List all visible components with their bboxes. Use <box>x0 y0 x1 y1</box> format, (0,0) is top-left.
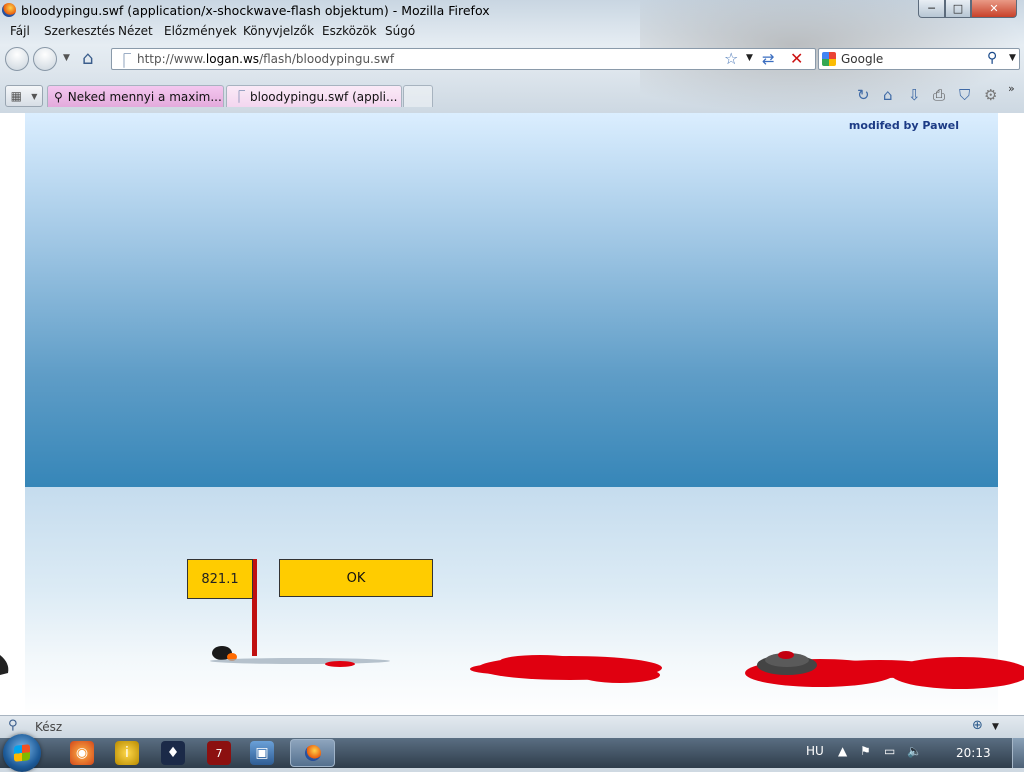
window-title: bloodypingu.swf (application/x-shockwave… <box>21 3 490 18</box>
blood-splatter <box>470 655 662 683</box>
url-text[interactable]: http://www.logan.ws/flash/bloodypingu.sw… <box>137 52 394 66</box>
title-bar: bloodypingu.swf (application/x-shockwave… <box>0 0 1024 21</box>
history-dropdown-icon[interactable]: ▼ <box>63 53 70 63</box>
menu-view[interactable]: Nézet <box>118 24 153 38</box>
grid-icon: ▦ <box>10 89 22 103</box>
google-icon[interactable] <box>822 52 836 66</box>
edge-penguin <box>0 655 9 675</box>
penguin <box>210 646 390 667</box>
menu-help[interactable]: Súgó <box>385 24 415 38</box>
search-icon[interactable]: ⚲ <box>8 718 18 733</box>
tab-neked[interactable]: ⚲ Neked mennyi a maxim... <box>47 85 224 107</box>
download-icon[interactable]: ⇩ <box>908 86 921 104</box>
site-icon: ⎾ <box>117 54 131 70</box>
network-icon[interactable]: ▭ <box>884 744 895 758</box>
tab-label: Neked mennyi a maxim... <box>67 89 222 104</box>
refresh-icon[interactable]: ↻ <box>857 86 870 104</box>
search-bar[interactable]: Google ⚲ ▼ <box>818 48 1020 70</box>
tab-list-button[interactable]: ▦ ▼ <box>5 85 43 107</box>
app-icon-game[interactable]: 7 <box>207 741 231 765</box>
chevron-right-icon[interactable]: » <box>1008 82 1015 95</box>
navigation-bar: ▼ ⌂ ⎾ http://www.logan.ws/flash/bloodypi… <box>0 44 1024 74</box>
url-dropdown-icon[interactable]: ▼ <box>746 53 753 63</box>
search-icon[interactable]: ⚲ <box>987 50 997 66</box>
stop-icon[interactable]: ✕ <box>790 49 803 68</box>
search-icon: ⚲ <box>54 89 63 104</box>
app-icon-network[interactable]: ▣ <box>250 741 274 765</box>
menu-bookmarks[interactable]: Könyvjelzők <box>243 24 314 38</box>
back-button[interactable] <box>5 47 29 71</box>
ok-button[interactable]: OK <box>279 559 433 597</box>
search-dropdown-icon[interactable]: ▼ <box>1009 53 1016 63</box>
maximize-button[interactable]: □ <box>945 0 971 18</box>
minimize-button[interactable]: ─ <box>918 0 945 18</box>
score-sign: 821.1 <box>187 559 253 599</box>
page-icon: ⎾ <box>233 90 246 104</box>
start-button[interactable] <box>3 734 41 772</box>
flag-icon[interactable]: ⚑ <box>860 744 871 758</box>
chevron-down-icon: ▼ <box>31 91 38 101</box>
app-icon-flame[interactable]: ♦ <box>161 741 185 765</box>
volume-icon[interactable]: 🔈 <box>907 744 922 758</box>
taskbar: ◉ i ♦ 7 ▣ HU ▲ ⚑ ▭ 🔈 20:13 <box>0 734 1024 772</box>
app-icon-orange[interactable]: ◉ <box>70 741 94 765</box>
bumper-mine <box>757 651 817 675</box>
app-icon-info[interactable]: i <box>115 741 139 765</box>
home-icon[interactable]: ⌂ <box>82 48 104 70</box>
firefox-icon <box>304 745 321 761</box>
menu-bar: Fájl Szerkesztés Nézet Előzmények Könyvj… <box>0 22 600 42</box>
firefox-icon <box>2 3 16 17</box>
clock[interactable]: 20:13 <box>956 746 991 760</box>
tab-bloodypingu[interactable]: ⎾ bloodypingu.swf (appli... ✕ <box>226 85 402 107</box>
zoom-icon[interactable]: ⊕ <box>972 718 983 733</box>
reload-icon[interactable]: ⇄ <box>762 50 775 68</box>
tab-label: bloodypingu.swf (appli... <box>250 89 398 104</box>
gear-icon[interactable]: ⚙ <box>984 86 997 104</box>
url-bar[interactable]: ⎾ http://www.logan.ws/flash/bloodypingu.… <box>111 48 816 70</box>
status-text: Kész <box>35 720 63 734</box>
shield-icon[interactable]: ⛉ <box>959 86 970 104</box>
tray-expand-icon[interactable]: ▲ <box>838 744 847 758</box>
status-bar: ⚲ Kész ⊕ ▼ <box>0 715 1024 738</box>
tab-bar: ▦ ▼ ⚲ Neked mennyi a maxim... ⎾ bloodypi… <box>0 82 1024 113</box>
flash-content[interactable]: modifed by Pawel 821.1 OK <box>0 113 1024 715</box>
taskbar-firefox[interactable] <box>290 739 335 767</box>
forward-button[interactable] <box>33 47 57 71</box>
menu-edit[interactable]: Szerkesztés <box>44 24 115 38</box>
new-tab-button[interactable] <box>403 85 433 107</box>
bookmark-star-icon[interactable]: ☆ <box>724 49 738 68</box>
show-desktop-button[interactable] <box>1012 738 1024 768</box>
game-scene <box>0 646 1024 689</box>
menu-history[interactable]: Előzmények <box>164 24 237 38</box>
home-icon[interactable]: ⌂ <box>883 86 893 104</box>
browser-chrome: bloodypingu.swf (application/x-shockwave… <box>0 0 1024 113</box>
language-indicator[interactable]: HU <box>806 744 824 758</box>
menu-tools[interactable]: Eszközök <box>322 24 377 38</box>
print-icon[interactable]: ⎙ <box>933 86 945 104</box>
menu-file[interactable]: Fájl <box>10 24 30 38</box>
search-input[interactable]: Google <box>841 52 883 66</box>
close-button[interactable]: ✕ <box>971 0 1017 18</box>
zoom-dropdown-icon[interactable]: ▼ <box>992 722 999 732</box>
